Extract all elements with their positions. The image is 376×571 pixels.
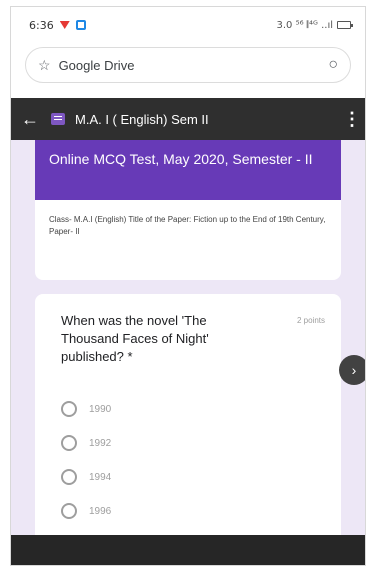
app-title: M.A. I ( English) Sem II <box>75 111 209 127</box>
radio-button[interactable] <box>61 469 77 485</box>
star-icon[interactable]: ☆ <box>38 57 51 74</box>
status-time: 6:36 <box>29 18 54 32</box>
phone-frame: 6:36 3.0 ⁵⁶ 𝄃⁴ᴳ ..ıl ☆ Google Drive ○ ← … <box>10 6 366 566</box>
question-card: When was the novel 'The Thousand Faces o… <box>35 294 341 535</box>
reload-icon[interactable]: ○ <box>328 56 338 74</box>
bottom-bar <box>11 535 365 565</box>
option-1992[interactable]: 1992 <box>61 426 325 460</box>
option-label: 1994 <box>89 471 112 483</box>
form-content[interactable]: Online MCQ Test, May 2020, Semester - II… <box>11 140 365 535</box>
form-header-card: Online MCQ Test, May 2020, Semester - II… <box>35 140 341 280</box>
battery-icon <box>337 21 353 29</box>
status-signal-text: 3.0 ⁵⁶ 𝄃⁴ᴳ ..ıl <box>276 19 334 31</box>
form-description: Class- M.A.I (English) Title of the Pape… <box>49 215 326 236</box>
option-label: 1992 <box>89 437 112 449</box>
options-list: 1990 1992 1994 1996 <box>61 392 325 528</box>
radio-button[interactable] <box>61 435 77 451</box>
option-1996[interactable]: 1996 <box>61 494 325 528</box>
overflow-menu-icon[interactable]: ⋮ <box>343 109 361 130</box>
status-bar: 6:36 3.0 ⁵⁶ 𝄃⁴ᴳ ..ıl <box>11 7 365 43</box>
option-label: 1996 <box>89 505 112 517</box>
back-arrow-icon[interactable]: ← <box>19 109 41 130</box>
radio-button[interactable] <box>61 401 77 417</box>
radio-button[interactable] <box>61 503 77 519</box>
app-notification-icon <box>75 20 86 30</box>
question-points: 2 points <box>296 316 325 325</box>
option-1994[interactable]: 1994 <box>61 460 325 494</box>
question-header: When was the novel 'The Thousand Faces o… <box>61 312 325 366</box>
url-text[interactable]: Google Drive <box>59 58 321 73</box>
notification-icon <box>59 21 70 29</box>
form-title: Online MCQ Test, May 2020, Semester - II <box>35 140 341 200</box>
forms-icon <box>51 113 65 125</box>
option-label: 1990 <box>89 403 112 415</box>
option-1990[interactable]: 1990 <box>61 392 325 426</box>
question-text: When was the novel 'The Thousand Faces o… <box>61 313 209 364</box>
status-right: 3.0 ⁵⁶ 𝄃⁴ᴳ ..ıl <box>276 19 353 31</box>
next-chevron-icon[interactable]: › <box>339 355 365 385</box>
status-left: 6:36 <box>29 19 86 32</box>
app-bar: ← M.A. I ( English) Sem II ⋮ <box>11 98 365 140</box>
url-bar[interactable]: ☆ Google Drive ○ <box>25 47 351 83</box>
